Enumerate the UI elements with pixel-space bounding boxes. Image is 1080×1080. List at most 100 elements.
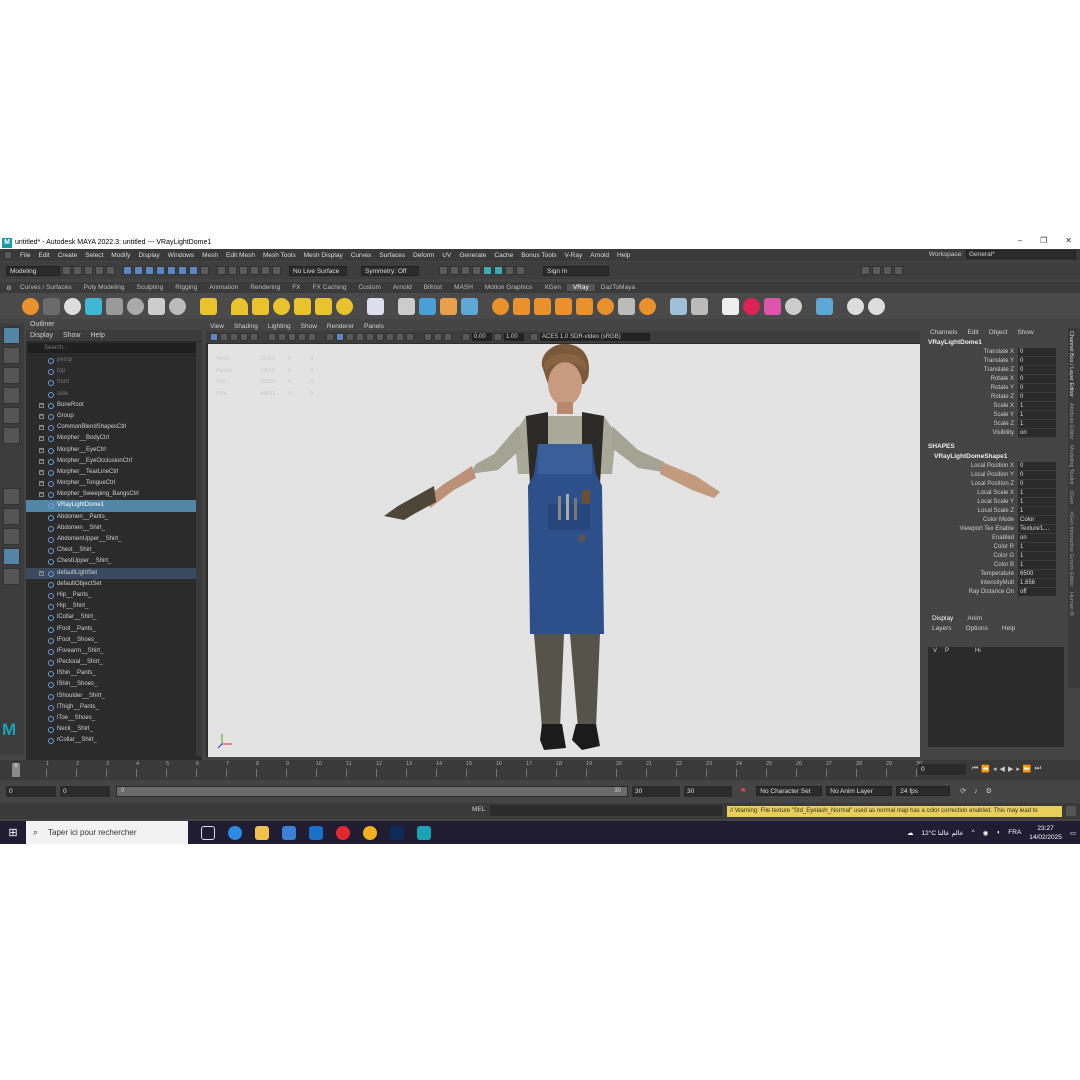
menu-curves[interactable]: Curves [351,252,372,259]
channel-value[interactable]: 6500 [1018,570,1056,579]
motion-blur-icon[interactable] [396,333,404,341]
play-forward-icon[interactable]: ▶ [1008,765,1013,773]
start-time-field[interactable]: 0 [6,785,56,797]
layer-tab-display[interactable]: Display [932,614,953,624]
vp-menu-shading[interactable]: Shading [234,322,258,331]
outliner-item[interactable]: lToe__Shoes_ [26,713,202,724]
outliner-item[interactable]: lShoulder__Shirt_ [26,691,202,702]
go-to-end-icon[interactable]: ⏭ [1035,765,1041,773]
channel-value[interactable]: off [1018,588,1056,596]
channel-row[interactable]: Translate Z0 [922,366,1066,375]
xray-icon[interactable] [434,333,442,341]
side-tab-modeling-toolkit[interactable]: Modeling Toolkit [1068,442,1074,487]
side-tab-human-ik[interactable]: Human IK [1068,589,1074,619]
isolate-select-icon[interactable] [424,333,432,341]
channel-value[interactable]: 1.656 [1018,579,1056,588]
step-forward-key-icon[interactable]: ⏩ [1023,765,1032,773]
channel-box-icon[interactable] [894,266,903,275]
layer-tab-anim[interactable]: Anim [967,614,982,624]
spot-light-icon[interactable] [252,297,269,315]
workspace-dropdown[interactable]: General* [966,250,1076,259]
vray-logo-icon-2[interactable] [169,297,186,315]
time-slider[interactable]: 1 2 3 4 5 6 7 8 9 10 11 12 13 14 15 16 17 18 19 20 21 22 23 24 2… [0,760,1080,780]
outliner-item[interactable]: front [26,377,202,388]
decal-icon[interactable] [555,297,572,315]
shelf-tab-motion-graphics[interactable]: Motion Graphics [479,284,538,291]
outliner-item[interactable]: VRayLightDome1 [26,500,202,512]
channel-value[interactable]: 1 [1018,561,1056,570]
menu-mesh-tools[interactable]: Mesh Tools [263,252,296,259]
redo-icon[interactable] [106,266,115,275]
open-scene-icon[interactable] [73,266,82,275]
loop-icon[interactable]: ⟳ [960,787,966,795]
grass-icon[interactable] [534,297,551,315]
menu-uv[interactable]: UV [442,252,451,259]
mode-dropdown[interactable]: Modeling [6,265,60,276]
script-language-button[interactable]: MEL [472,806,485,813]
color-management-icon[interactable] [530,333,538,341]
outliner-item[interactable]: lPectoral__Shirt_ [26,657,202,668]
photoshop-icon[interactable] [390,825,404,840]
resolution-gate-icon[interactable] [278,333,286,341]
vray-volume-icon[interactable] [461,297,478,315]
menu-windows[interactable]: Windows [168,252,194,259]
current-time-marker[interactable]: 0 [12,763,20,777]
channel-name[interactable]: Color G [922,552,1018,561]
channel-name[interactable]: Scale Y [922,411,1018,420]
camera-icon[interactable] [106,297,123,315]
channel-value[interactable]: 1 [1018,411,1056,420]
shadows-icon[interactable] [376,333,384,341]
side-tab-attribute-editor[interactable]: Attribute Editor [1068,400,1074,442]
side-tab-xgen[interactable]: XGen [1068,487,1074,507]
vray-tools-icon[interactable] [43,297,60,315]
outliner-scrollbar[interactable] [196,342,202,756]
task-view-icon[interactable] [201,825,215,840]
channel-value[interactable]: 0 [1018,366,1056,375]
channel-row[interactable]: Ray Distance On off [922,588,1066,596]
expand-icon[interactable]: + [39,458,44,464]
vp-menu-view[interactable]: View [210,322,224,331]
menu-mesh[interactable]: Mesh [202,252,218,259]
outliner-menu-display[interactable]: Display [30,330,53,341]
channel-value[interactable]: 1 [1018,489,1056,498]
step-forward-frame-icon[interactable]: ▸ [1016,765,1020,773]
channel-value[interactable]: 1 [1018,420,1056,429]
audio-icon[interactable]: ♪ [974,788,978,795]
move-tool-icon[interactable] [3,387,20,404]
menu-deform[interactable]: Deform [413,252,434,259]
rotate-tool-icon[interactable] [3,407,20,424]
channel-value[interactable]: 0 [1018,357,1056,366]
channel-name[interactable]: Translate X [922,348,1018,357]
snap-view-icon[interactable] [250,266,259,275]
grid-toggle-icon[interactable] [250,333,258,341]
viewport-canvas[interactable]: Verts: 15316 0 0 Faces: 16015 0 0 Tris: 30034 0 0 UV… [208,344,920,757]
outliner-item[interactable]: lShin__Shoes_ [26,679,202,690]
channel-row[interactable]: Rotate Z0 [922,393,1066,402]
select-uv-icon[interactable] [189,266,198,275]
channel-name[interactable]: Enabled [922,534,1018,543]
vp-menu-lighting[interactable]: Lighting [268,322,291,331]
outliner-item[interactable]: + CommonBlendShapesCtrl [26,422,202,433]
multi-color-icon[interactable] [764,297,781,315]
snap-point-icon[interactable] [239,266,248,275]
outliner-item[interactable]: lThigh__Pants_ [26,702,202,713]
channel-value[interactable]: 0 [1018,471,1056,480]
channel-value[interactable]: Texture'L... [1018,525,1056,534]
weather-icon[interactable]: ☁ [907,829,914,837]
toggle-panel-icon[interactable] [861,266,870,275]
shaded-wire-icon[interactable] [346,333,354,341]
channel-value[interactable]: 0 [1018,480,1056,489]
store-icon[interactable] [282,825,296,840]
fps-dropdown[interactable]: 24 fps [896,786,951,796]
select-face-icon[interactable] [178,266,187,275]
channel-row[interactable]: Scale Z1 [922,420,1066,429]
channel-row[interactable]: Temperature 6500 [922,570,1066,579]
layer-display-type[interactable] [957,647,967,656]
channel-name[interactable]: Visibility [922,429,1018,438]
render-settings-icon[interactable] [472,266,481,275]
channel-value[interactable]: Color [1018,516,1056,525]
vray-proxy-icon[interactable] [419,297,436,315]
render-sequence-icon[interactable] [450,266,459,275]
sign-in-dropdown[interactable]: Sign In [543,265,609,276]
windows-start-icon[interactable]: ⊞ [0,826,26,839]
